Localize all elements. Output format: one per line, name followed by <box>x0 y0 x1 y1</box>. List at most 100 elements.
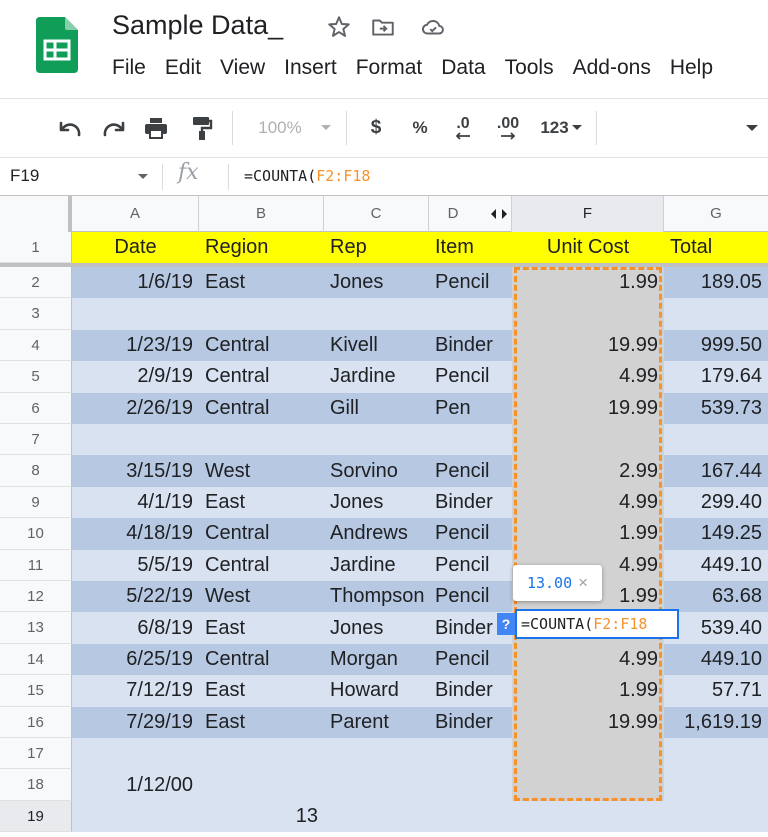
cell-date[interactable]: 2/26/19 <box>72 393 199 424</box>
menu-file[interactable]: File <box>112 56 146 86</box>
menu-edit[interactable]: Edit <box>165 56 201 86</box>
cell-rep[interactable] <box>324 769 429 800</box>
header-cell-date[interactable]: Date <box>72 232 199 263</box>
row-header-9[interactable]: 9 <box>0 486 72 519</box>
cell-item[interactable]: Pencil <box>429 361 512 392</box>
cell-item[interactable] <box>429 298 512 329</box>
cell-unit-cost[interactable]: 19.99 <box>512 706 664 738</box>
document-title[interactable]: Sample Data_ <box>112 10 283 41</box>
row-header-10[interactable]: 10 <box>0 518 72 550</box>
cell-region[interactable]: West <box>199 455 324 486</box>
cell-region[interactable]: East <box>199 612 324 643</box>
row-header-11[interactable]: 11 <box>0 549 72 581</box>
cell-total[interactable]: 167.44 <box>664 455 768 486</box>
increase-decimal-button[interactable]: .00 <box>490 113 526 143</box>
hidden-column-e-toggle[interactable] <box>488 207 510 221</box>
cell-date[interactable]: 4/1/19 <box>72 487 199 518</box>
cell-date[interactable]: 1/6/19 <box>72 267 199 298</box>
cell-rep[interactable] <box>324 424 429 455</box>
cell-unit-cost[interactable]: 1.99 <box>512 675 664 707</box>
column-header-c[interactable]: C <box>324 196 429 232</box>
cell-item[interactable]: Pencil <box>429 550 512 581</box>
cell-item[interactable] <box>429 738 512 769</box>
undo-button[interactable] <box>54 113 86 143</box>
decrease-decimal-button[interactable]: .0 <box>446 113 480 143</box>
cell-region[interactable]: Central <box>199 550 324 581</box>
row-header-18[interactable]: 18 <box>0 769 72 801</box>
menu-format[interactable]: Format <box>356 56 423 86</box>
cell-editor-f19[interactable]: =COUNTA(F2:F18 <box>515 609 679 639</box>
cell-region[interactable]: Central <box>199 330 324 361</box>
name-box[interactable]: F19 <box>10 166 39 186</box>
cell-unit-cost[interactable] <box>512 424 664 456</box>
menu-data[interactable]: Data <box>441 56 485 86</box>
header-cell-unit-cost[interactable]: Unit Cost <box>512 232 664 263</box>
column-header-b[interactable]: B <box>199 196 324 232</box>
cell-total[interactable] <box>664 738 768 769</box>
cell-unit-cost[interactable]: 19.99 <box>512 329 664 362</box>
cell-unit-cost[interactable]: 1.99 <box>512 267 664 299</box>
cell-rep[interactable]: Jones <box>324 267 429 298</box>
cell-total[interactable]: 539.73 <box>664 393 768 424</box>
header-cell-item[interactable]: Item <box>429 232 512 263</box>
cell-total[interactable]: 179.64 <box>664 361 768 392</box>
cell-date[interactable]: 6/25/19 <box>72 644 199 675</box>
cell-unit-cost[interactable] <box>512 769 664 801</box>
cell-item[interactable]: Binder <box>429 675 512 706</box>
cell-total[interactable]: 449.10 <box>664 644 768 675</box>
cell-total[interactable]: 149.25 <box>664 518 768 549</box>
row-header-3[interactable]: 3 <box>0 298 72 330</box>
print-button[interactable] <box>140 113 172 143</box>
cell-rep[interactable]: Sorvino <box>324 455 429 486</box>
column-header-g[interactable]: G <box>664 196 768 232</box>
row-header-16[interactable]: 16 <box>0 706 72 738</box>
cell-unit-cost[interactable]: 4.99 <box>512 643 664 676</box>
cell-rep[interactable]: Parent <box>324 707 429 738</box>
cell-rep[interactable]: Jardine <box>324 550 429 581</box>
menu-add-ons[interactable]: Add-ons <box>573 56 651 86</box>
column-header-f[interactable]: F <box>512 196 664 232</box>
cell-count-result[interactable]: 13 <box>199 801 324 832</box>
close-icon[interactable]: × <box>578 573 588 593</box>
cell-rep[interactable]: Morgan <box>324 644 429 675</box>
cell-rep[interactable]: Gill <box>324 393 429 424</box>
cell-date[interactable]: 3/15/19 <box>72 455 199 486</box>
cell-unit-cost[interactable]: 4.99 <box>512 361 664 393</box>
cell-rep[interactable]: Jones <box>324 487 429 518</box>
row-header-12[interactable]: 12 <box>0 581 72 613</box>
cell-date[interactable]: 6/8/19 <box>72 612 199 643</box>
header-cell-rep[interactable]: Rep <box>324 232 429 263</box>
row-header-2[interactable]: 2 <box>0 267 72 299</box>
row-header-8[interactable]: 8 <box>0 455 72 487</box>
font-dropdown-button[interactable] <box>740 113 764 143</box>
cell-region[interactable]: Central <box>199 644 324 675</box>
cell-date[interactable]: 5/22/19 <box>72 581 199 612</box>
cell-date[interactable]: 7/12/19 <box>72 675 199 706</box>
cell-rep[interactable]: Andrews <box>324 518 429 549</box>
cell-region[interactable] <box>199 738 324 769</box>
cell-item[interactable] <box>429 424 512 455</box>
cell-item[interactable]: Pencil <box>429 267 512 298</box>
cell-rep[interactable] <box>324 298 429 329</box>
column-header-a[interactable]: A <box>72 196 199 232</box>
row-header-19[interactable]: 19 <box>0 800 72 833</box>
currency-format-button[interactable]: $ <box>362 113 390 143</box>
row-header-7[interactable]: 7 <box>0 424 72 456</box>
cell-date[interactable]: 2/9/19 <box>72 361 199 392</box>
cell-item[interactable]: Pencil <box>429 518 512 549</box>
cell-region[interactable]: Central <box>199 518 324 549</box>
cell-total[interactable] <box>664 769 768 800</box>
cell-date[interactable] <box>72 738 199 769</box>
cell-item[interactable]: Pencil <box>429 455 512 486</box>
row-header-1[interactable]: 1 <box>0 232 72 263</box>
cell-item[interactable]: Binder <box>429 330 512 361</box>
cell-item[interactable]: Pen <box>429 393 512 424</box>
cell-date[interactable]: 7/29/19 <box>72 707 199 738</box>
formula-help-button[interactable]: ? <box>497 613 515 635</box>
menu-tools[interactable]: Tools <box>505 56 554 86</box>
more-formats-button[interactable]: 123 <box>532 113 590 143</box>
cell-total[interactable] <box>664 424 768 455</box>
cell-date[interactable] <box>72 298 199 329</box>
cell-unit-cost[interactable] <box>512 298 664 330</box>
cell-region[interactable]: West <box>199 581 324 612</box>
